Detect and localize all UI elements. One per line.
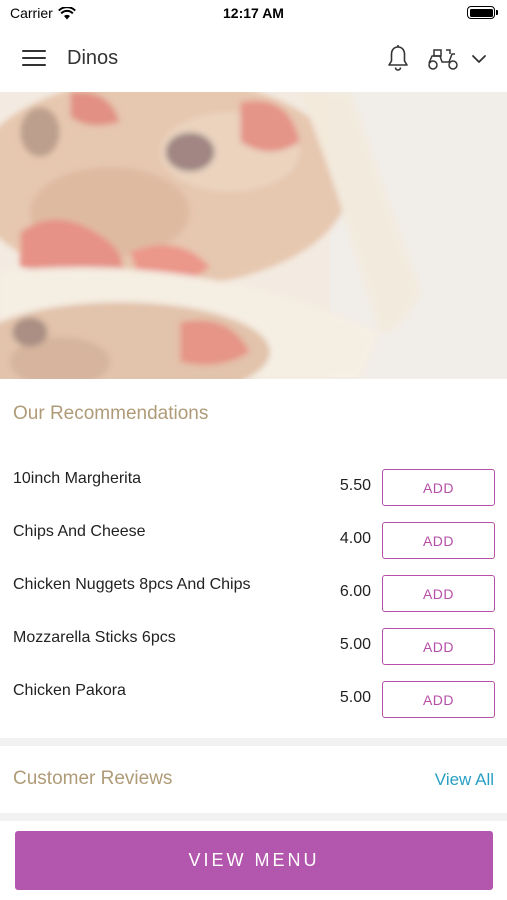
item-name: Chips And Cheese — [13, 523, 146, 540]
add-button[interactable]: ADD — [382, 469, 495, 506]
item-price: 5.00 — [339, 689, 371, 706]
status-bar: Carrier 12:17 AM — [0, 0, 507, 26]
item-name: 10inch Margherita — [13, 470, 142, 487]
bell-icon[interactable] — [386, 44, 410, 72]
add-button[interactable]: ADD — [382, 681, 495, 718]
section-divider — [0, 813, 507, 821]
list-item: Mozzarella Sticks 6pcs 5.00 ADD — [0, 619, 507, 672]
list-item: Chips And Cheese 4.00 ADD — [0, 513, 507, 566]
status-time: 12:17 AM — [223, 5, 284, 21]
section-divider — [0, 738, 507, 746]
item-price: 5.00 — [339, 636, 371, 653]
item-name: Chicken Pakora — [13, 682, 126, 699]
chevron-down-icon[interactable] — [470, 50, 488, 68]
item-price: 6.00 — [339, 583, 371, 600]
battery-icon — [467, 6, 498, 19]
menu-icon[interactable] — [22, 50, 46, 68]
item-name: Mozzarella Sticks 6pcs — [13, 629, 176, 646]
recommendations-list: 10inch Margherita 5.50 ADD Chips And Che… — [0, 460, 507, 725]
item-price: 4.00 — [339, 530, 371, 547]
recommendations-title: Our Recommendations — [13, 403, 209, 424]
view-menu-button[interactable]: VIEW MENU — [15, 831, 493, 890]
hero-image — [0, 92, 507, 379]
chicken-wrap-photo — [0, 92, 507, 379]
app-header: Dinos — [0, 26, 507, 92]
view-all-link[interactable]: View All — [435, 770, 494, 790]
item-price: 5.50 — [339, 477, 371, 494]
add-button[interactable]: ADD — [382, 628, 495, 665]
item-name: Chicken Nuggets 8pcs And Chips — [13, 576, 251, 593]
list-item: Chicken Pakora 5.00 ADD — [0, 672, 507, 725]
scooter-icon[interactable] — [426, 46, 460, 72]
add-button[interactable]: ADD — [382, 522, 495, 559]
reviews-title: Customer Reviews — [13, 768, 173, 789]
list-item: Chicken Nuggets 8pcs And Chips 6.00 ADD — [0, 566, 507, 619]
list-item: 10inch Margherita 5.50 ADD — [0, 460, 507, 513]
page-title: Dinos — [67, 47, 119, 69]
add-button[interactable]: ADD — [382, 575, 495, 612]
